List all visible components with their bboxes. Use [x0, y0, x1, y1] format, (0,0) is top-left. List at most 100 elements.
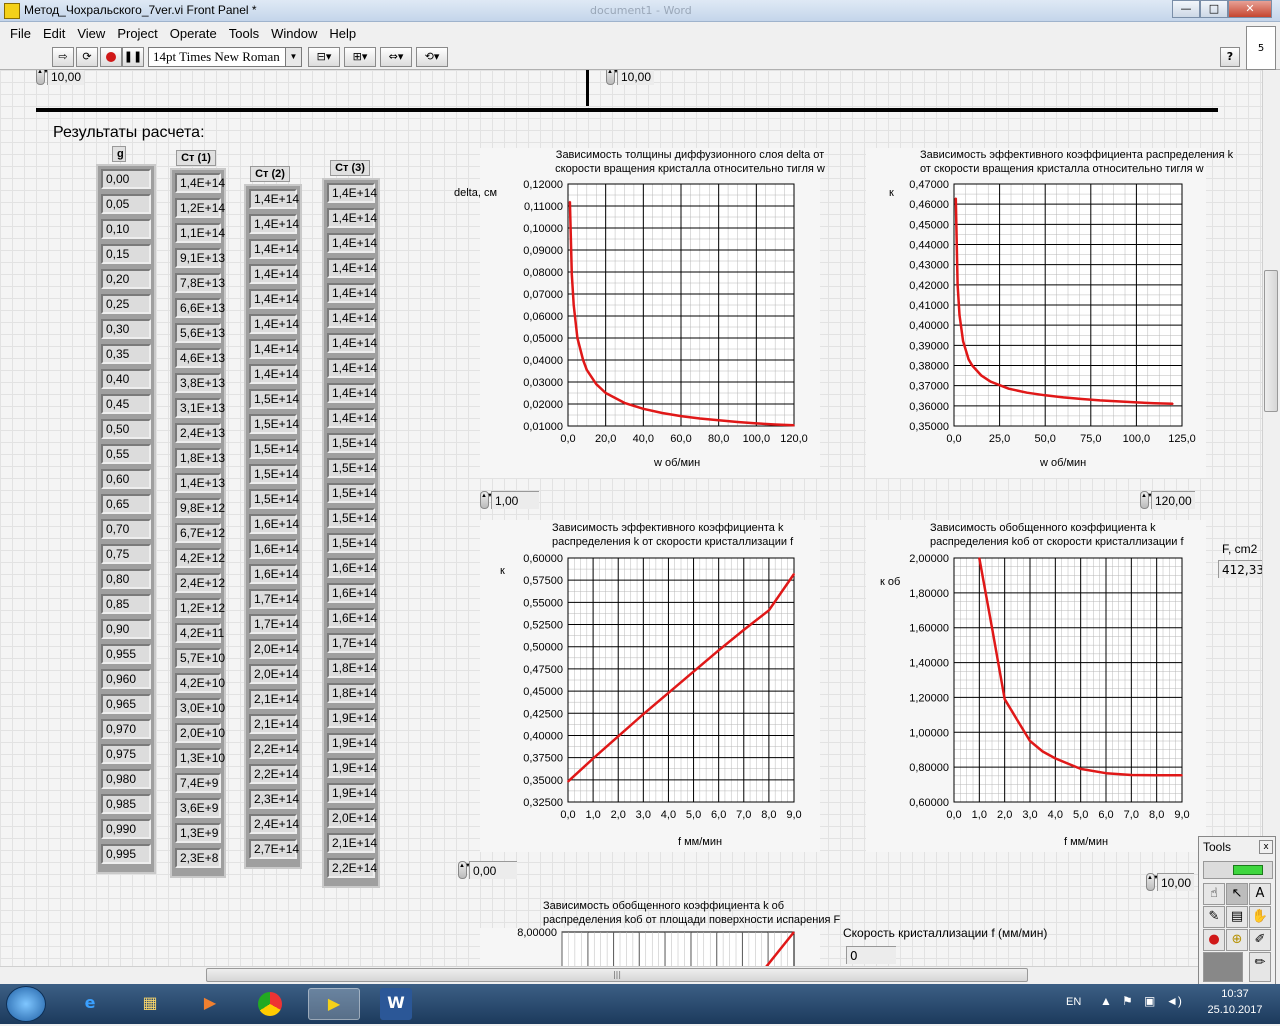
array-cell[interactable]: 1,5E+14 — [327, 433, 377, 453]
array-cell[interactable]: 2,2E+14 — [327, 858, 377, 878]
array-cell[interactable]: 1,5E+14 — [249, 489, 299, 509]
graph-2-plot[interactable]: 0,0 25,0 50,0 75,0 100,0 125,0 0,47000 0,46000 0… — [866, 178, 1206, 450]
font-selector[interactable]: 14pt Times New Roman ▼ — [148, 47, 302, 67]
array-cell[interactable]: 7,4E+9 — [175, 773, 221, 793]
array-cell[interactable]: 1,5E+14 — [327, 508, 377, 528]
array-cell[interactable]: 1,5E+14 — [327, 533, 377, 553]
numeric-control-top-right[interactable]: ▲▼ 10,00 — [606, 70, 655, 86]
array-cell[interactable]: 0,30 — [101, 319, 151, 339]
array-cell[interactable]: 2,2E+14 — [249, 739, 299, 759]
spinner-icon[interactable]: ▲▼ — [1140, 491, 1153, 509]
menu-window[interactable]: Window — [265, 26, 323, 41]
network-icon[interactable]: ▣ — [1144, 994, 1155, 1008]
minimize-button[interactable]: — — [1172, 0, 1200, 18]
array-cell[interactable]: 0,15 — [101, 244, 151, 264]
set-color-icon[interactable] — [1203, 952, 1243, 982]
graph-3-plot[interactable]: 0,0 1,0 2,0 3,0 4,0 5,0 6,0 7,0 8,0 9,0 0,60000 0,5… — [480, 552, 820, 828]
array-cell[interactable]: 1,4E+14 — [327, 383, 377, 403]
array-cell[interactable]: 0,65 — [101, 494, 151, 514]
array-cell[interactable]: 0,35 — [101, 344, 151, 364]
run-arrow-icon[interactable]: ⇨ — [52, 47, 74, 67]
array-cell[interactable]: 1,7E+14 — [249, 614, 299, 634]
array-cell[interactable]: 1,5E+14 — [249, 439, 299, 459]
array-cell[interactable]: 2,1E+14 — [249, 689, 299, 709]
array-cell[interactable]: 1,9E+14 — [327, 758, 377, 778]
array-cell[interactable]: 1,4E+14 — [327, 333, 377, 353]
vertical-scrollbar[interactable] — [1262, 70, 1280, 966]
array-cell[interactable]: 4,2E+11 — [175, 623, 224, 643]
array-cell[interactable]: 1,2E+12 — [175, 598, 225, 618]
array-cell[interactable]: 0,25 — [101, 294, 151, 314]
array-cell[interactable]: 2,2E+14 — [249, 764, 299, 784]
graph-4-plot[interactable]: 0,0 1,0 2,0 3,0 4,0 5,0 6,0 7,0 8,0 9,0 2,00000 1,8… — [866, 552, 1206, 828]
run-continuously-icon[interactable]: ⟳ — [76, 47, 98, 67]
numeric-value[interactable]: 0,00 — [469, 861, 517, 879]
array-cell[interactable]: 6,6E+13 — [175, 298, 225, 318]
internet-explorer-icon[interactable]: e — [64, 988, 116, 1020]
array-cell[interactable]: 7,8E+13 — [175, 273, 225, 293]
labview-app-icon[interactable] — [4, 3, 20, 19]
position-arrow-icon[interactable]: ↖ — [1226, 883, 1248, 905]
array-cell[interactable]: 2,4E+12 — [175, 573, 225, 593]
graph-1-numeric-control[interactable]: ▲▼ 1,00 — [480, 490, 539, 510]
array-cell[interactable]: 1,8E+14 — [327, 683, 377, 703]
array-cell[interactable]: 1,5E+14 — [327, 483, 377, 503]
get-color-icon[interactable]: ✐ — [1249, 929, 1271, 951]
menu-view[interactable]: View — [71, 26, 111, 41]
array-cell[interactable]: 1,6E+14 — [249, 514, 299, 534]
array-cell[interactable]: 1,5E+14 — [249, 464, 299, 484]
menu-file[interactable]: File — [4, 26, 37, 41]
array-cell[interactable]: 0,75 — [101, 544, 151, 564]
media-player-icon[interactable]: ▶ — [184, 988, 236, 1020]
scroll-hand-icon[interactable]: ✋ — [1249, 906, 1271, 928]
tray-arrow-icon[interactable]: ▲ — [1100, 994, 1112, 1008]
array-cell[interactable]: 2,0E+14 — [249, 664, 299, 684]
array-cell[interactable]: 1,5E+14 — [249, 389, 299, 409]
abort-icon[interactable] — [100, 47, 122, 67]
menu-tools[interactable]: Tools — [223, 26, 265, 41]
array-cell[interactable]: 1,9E+14 — [327, 708, 377, 728]
array-cell[interactable]: 3,8E+13 — [175, 373, 225, 393]
array-cell[interactable]: 0,965 — [101, 694, 151, 714]
array-cell[interactable]: 2,0E+14 — [327, 808, 377, 828]
spinner-icon[interactable]: ▲▼ — [480, 491, 493, 509]
numeric-value[interactable]: 1,00 — [491, 491, 539, 509]
graph-2-numeric-control[interactable]: ▲▼ 120,00 — [1140, 490, 1195, 510]
vi-icon[interactable]: 5 — [1246, 26, 1276, 70]
array-cell[interactable]: 1,6E+14 — [327, 608, 377, 628]
array-cell[interactable]: 2,4E+13 — [175, 423, 225, 443]
array-cell[interactable]: 1,4E+13 — [175, 473, 225, 493]
array-cell[interactable]: 0,985 — [101, 794, 151, 814]
shortcut-menu-icon[interactable]: ▤ — [1226, 906, 1248, 928]
array-cell[interactable]: 2,1E+14 — [327, 833, 377, 853]
array-cell[interactable]: 1,4E+14 — [249, 339, 299, 359]
array-cell[interactable]: 1,7E+14 — [327, 633, 377, 653]
array-cell[interactable]: 0,60 — [101, 469, 151, 489]
array-cell[interactable]: 3,6E+9 — [175, 798, 221, 818]
array-cell[interactable]: 0,970 — [101, 719, 151, 739]
array-cell[interactable]: 0,990 — [101, 819, 151, 839]
array-cell[interactable]: 1,4E+14 — [327, 233, 377, 253]
array-cell[interactable]: 2,0E+10 — [175, 723, 225, 743]
menu-edit[interactable]: Edit — [37, 26, 71, 41]
auto-tool-selection-icon[interactable] — [1203, 861, 1273, 879]
array-cell[interactable]: 1,4E+14 — [249, 264, 299, 284]
edit-text-icon[interactable]: A — [1249, 883, 1271, 905]
context-help-icon[interactable]: ? — [1220, 47, 1240, 67]
pause-icon[interactable]: ❚❚ — [122, 47, 144, 67]
labview-taskbar-icon[interactable]: ▶ — [308, 988, 360, 1020]
array-cell[interactable]: 1,5E+14 — [327, 458, 377, 478]
probe-icon[interactable]: ⊕ — [1226, 929, 1248, 951]
array-cell[interactable]: 0,955 — [101, 644, 151, 664]
numeric-value[interactable]: 120,00 — [1151, 491, 1195, 509]
array-cell[interactable]: 0,45 — [101, 394, 151, 414]
array-cell[interactable]: 1,4E+14 — [327, 183, 377, 203]
spinner-icon[interactable]: ▲▼ — [606, 70, 619, 85]
array-cell[interactable]: 1,2E+14 — [175, 198, 225, 218]
array-cell[interactable]: 9,8E+12 — [175, 498, 225, 518]
graph-1-plot[interactable]: 0,0 20,0 40,0 60,0 80,0 100,0 120,0 0,12000 0,11… — [480, 178, 820, 450]
vertical-scroll-thumb[interactable] — [1264, 270, 1278, 412]
graph-5-plot[interactable]: 8,00000 — [480, 928, 820, 966]
array-cell[interactable]: 0,90 — [101, 619, 151, 639]
volume-icon[interactable]: ◄) — [1166, 994, 1182, 1008]
